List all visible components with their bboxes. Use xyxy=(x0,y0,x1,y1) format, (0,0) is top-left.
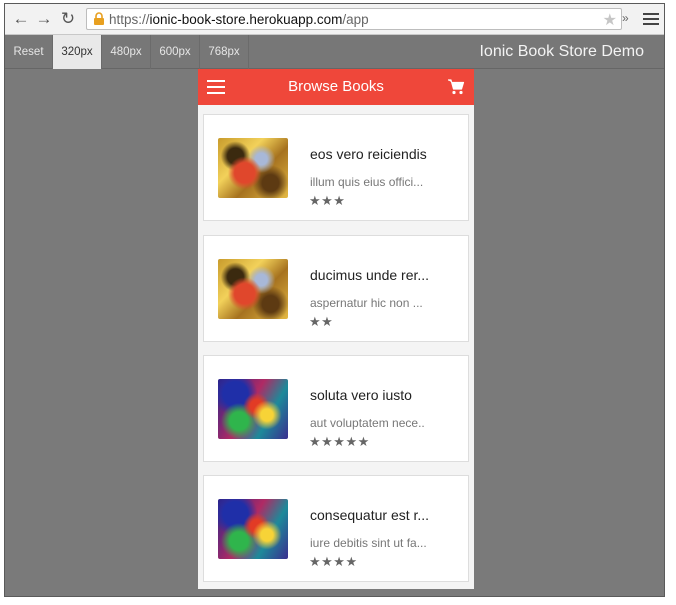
extensions-overflow-icon[interactable]: » xyxy=(622,11,629,25)
book-cover-image xyxy=(218,379,288,439)
book-description: aut voluptatem nece.. xyxy=(310,416,425,430)
star-rating-icon: ★★★★ xyxy=(309,554,358,569)
book-title: soluta vero iusto xyxy=(310,387,412,403)
book-cover-image xyxy=(218,499,288,559)
lock-icon xyxy=(94,12,104,25)
reset-button[interactable]: Reset xyxy=(5,35,53,69)
url-host: ionic-book-store.herokuapp.com xyxy=(149,12,343,27)
forward-arrow-icon[interactable]: → xyxy=(34,9,54,29)
back-arrow-icon[interactable]: ← xyxy=(11,9,31,29)
app-viewport: Browse Books eos vero reiciendis illum q… xyxy=(198,69,474,589)
book-description: illum quis eius offici... xyxy=(310,175,424,189)
reload-icon[interactable]: ↻ xyxy=(58,9,78,29)
book-description: iure debitis sint ut fa... xyxy=(310,536,427,550)
width-768-button[interactable]: 768px xyxy=(200,35,249,69)
browser-window: ← → ↻ https://ionic-book-store.herokuapp… xyxy=(4,3,665,597)
book-card[interactable]: soluta vero iusto aut voluptatem nece.. … xyxy=(203,355,469,462)
url-scheme: https:// xyxy=(109,12,150,27)
width-480-button[interactable]: 480px xyxy=(102,35,151,69)
book-cover-image xyxy=(218,138,288,198)
book-card[interactable]: ducimus unde rer... aspernatur hic non .… xyxy=(203,235,469,342)
page-title: Browse Books xyxy=(288,78,384,95)
book-cover-image xyxy=(218,259,288,319)
bookmark-star-icon[interactable]: ★ xyxy=(603,10,617,30)
book-title: consequatur est r... xyxy=(310,507,430,523)
star-rating-icon: ★★★ xyxy=(309,193,346,208)
book-title: ducimus unde rer... xyxy=(310,267,430,283)
demo-title: Ionic Book Store Demo xyxy=(479,43,644,60)
book-card[interactable]: eos vero reiciendis illum quis eius offi… xyxy=(203,114,469,221)
demo-toolbar: Reset 320px 480px 600px 768px Ionic Book… xyxy=(5,35,664,69)
browser-toolbar: ← → ↻ https://ionic-book-store.herokuapp… xyxy=(5,4,664,35)
address-bar[interactable]: https://ionic-book-store.herokuapp.com/a… xyxy=(86,8,622,30)
book-title: eos vero reiciendis xyxy=(310,146,427,162)
width-600-button[interactable]: 600px xyxy=(151,35,200,69)
book-description: aspernatur hic non ... xyxy=(310,296,423,310)
app-header: Browse Books xyxy=(198,69,474,105)
url-path: /app xyxy=(342,12,369,27)
width-320-button[interactable]: 320px xyxy=(53,35,102,69)
star-rating-icon: ★★★★★ xyxy=(309,434,370,449)
shopping-cart-icon[interactable] xyxy=(447,78,465,96)
url-text: https://ionic-book-store.herokuapp.com/a… xyxy=(109,12,369,27)
book-card[interactable]: consequatur est r... iure debitis sint u… xyxy=(203,475,469,582)
browser-menu-icon[interactable] xyxy=(643,10,659,28)
star-rating-icon: ★★ xyxy=(309,314,334,329)
